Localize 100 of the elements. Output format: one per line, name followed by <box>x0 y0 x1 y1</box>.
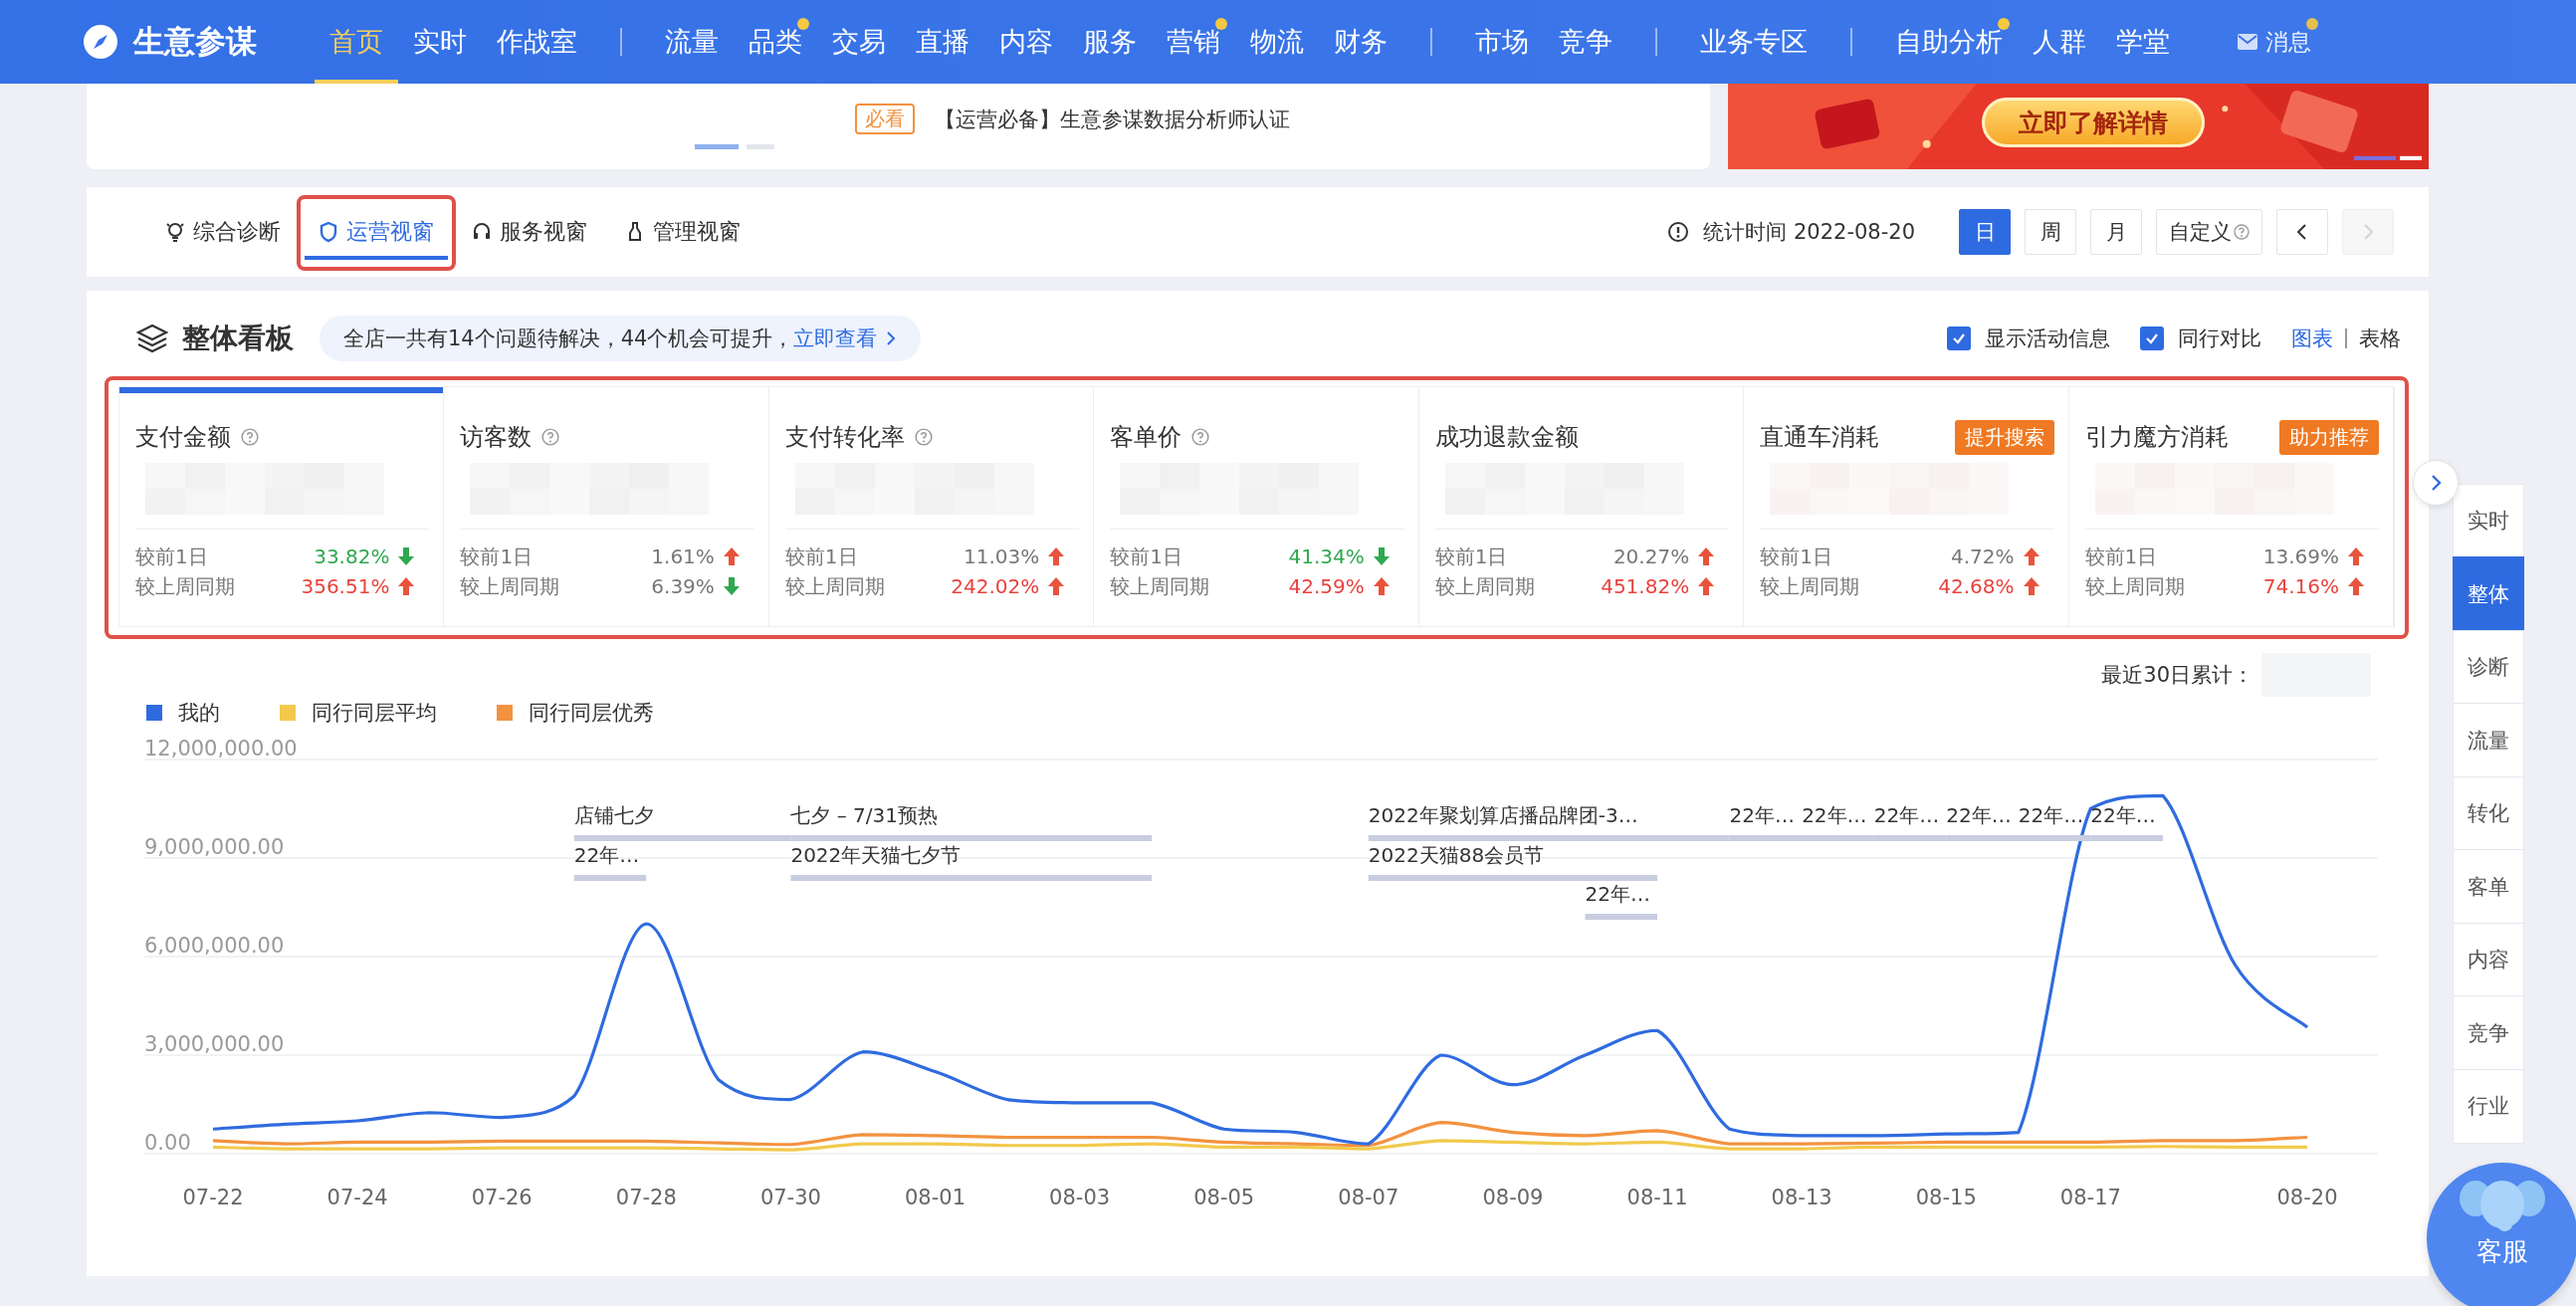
side-nav-item[interactable]: 转化 <box>2453 775 2524 851</box>
bulb-icon <box>165 221 185 243</box>
chevron-right-icon <box>2429 473 2443 493</box>
view-tab[interactable]: 运营视窗 <box>305 204 448 260</box>
side-nav-item[interactable]: 流量 <box>2453 703 2524 777</box>
axis-label: 08-07 <box>1338 1186 1399 1209</box>
metric-card[interactable]: 客单价 较前1日 41.34% 较上周同期 42.59% <box>1094 387 1419 626</box>
nav-item[interactable]: 物流 <box>1235 0 1319 84</box>
axis-label: 07-30 <box>759 1186 821 1209</box>
view-tab[interactable]: 综合诊断 <box>151 187 295 277</box>
event-label[interactable]: 22年… <box>1802 803 1867 827</box>
event-label[interactable]: 七夕 – 7/31预热 <box>790 803 939 827</box>
side-nav-item[interactable]: 内容 <box>2453 922 2524 997</box>
view-tab[interactable]: 服务视窗 <box>458 187 601 277</box>
metric-card[interactable]: 直通车消耗 提升搜索 较前1日 4.72% 较上周同期 42.68% <box>1744 387 2069 626</box>
info-icon <box>1667 221 1690 243</box>
learn-more-button[interactable]: 立即了解详情 <box>1982 98 2205 147</box>
side-nav-item[interactable]: 诊断 <box>2453 629 2524 705</box>
event-label[interactable]: 22年… <box>2090 803 2156 827</box>
nav-item[interactable]: 内容 <box>984 0 1068 84</box>
view-toggle-link[interactable]: 图表 <box>2291 325 2333 352</box>
chevron-right-icon <box>885 330 898 346</box>
help-icon <box>1191 428 1210 446</box>
axis-label: 08-01 <box>905 1186 966 1209</box>
scroll-right-button[interactable] <box>2413 460 2459 506</box>
axis-label: 08-20 <box>2276 1186 2338 1209</box>
stat-time-label: 统计时间 2022-08-20 <box>1703 219 1915 246</box>
nav-item[interactable]: 服务 <box>1068 0 1152 84</box>
event-label[interactable]: 2022天猫88会员节 <box>1368 843 1545 867</box>
metric-card[interactable]: 支付转化率 较前1日 11.03% 较上周同期 242.02% <box>768 387 1095 626</box>
change-value: 33.82% <box>314 544 390 568</box>
compare-label: 较前1日 <box>135 543 208 570</box>
metric-name: 支付金额 <box>135 422 231 453</box>
event-label[interactable]: 22年… <box>2018 803 2084 827</box>
nav-item[interactable]: 市场 <box>1460 0 1544 84</box>
compare-label: 较前1日 <box>1434 543 1508 570</box>
must-read-tag: 必看 <box>855 104 915 134</box>
event-label[interactable]: 22年… <box>1585 882 1650 906</box>
axis-label: 07-28 <box>615 1186 677 1209</box>
legend-label[interactable]: 我的 <box>178 699 220 727</box>
event-label[interactable]: 2022年聚划算店播品牌团-3… <box>1368 803 1638 827</box>
metric-card[interactable]: 支付金额 较前1日 33.82% 较上周同期 356.51% <box>119 387 445 626</box>
nav-item[interactable]: 作战室 <box>482 0 592 84</box>
event-label[interactable]: 2022年天猫七夕节 <box>790 843 962 867</box>
metric-name: 成功退款金额 <box>1434 422 1579 453</box>
help-icon <box>241 428 259 446</box>
change-value: 6.39% <box>651 574 715 598</box>
messages-link[interactable]: 消息 <box>2223 0 2326 84</box>
nav-item[interactable]: 业务专区 <box>1685 0 1823 84</box>
nav-item[interactable]: 品类 <box>734 0 817 84</box>
metric-card[interactable]: 成功退款金额 较前1日 20.27% 较上周同期 451.82% <box>1418 387 1745 626</box>
customer-service-button[interactable]: 客服 <box>2427 1163 2576 1306</box>
event-label[interactable]: 22年… <box>573 843 640 867</box>
event-label[interactable]: 22年… <box>1729 803 1796 827</box>
side-nav-item[interactable]: 竞争 <box>2453 995 2524 1070</box>
period-button[interactable]: 月 <box>2090 209 2142 255</box>
metric-card[interactable]: 访客数 较前1日 1.61% 较上周同期 6.39% <box>444 387 769 626</box>
axis-label: 08-15 <box>1915 1186 1977 1209</box>
event-label[interactable]: 22年… <box>1873 803 1940 827</box>
side-nav-item[interactable]: 实时 <box>2453 483 2524 558</box>
nav-item[interactable]: 交易 <box>817 0 901 84</box>
event-label[interactable]: 22年… <box>1946 803 2012 827</box>
notification-dot <box>1215 18 1227 30</box>
side-nav-item[interactable]: 客单 <box>2453 849 2524 924</box>
axis-label: 0.00 <box>144 1131 191 1155</box>
nav-item[interactable]: 流量 <box>650 0 734 84</box>
period-button[interactable]: 日 <box>1959 209 2011 255</box>
nav-item[interactable]: 竞争 <box>1544 0 1627 84</box>
change-value: 242.02% <box>951 574 1040 598</box>
nav-item[interactable]: 财务 <box>1319 0 1402 84</box>
section-title: 整体看板 <box>182 321 294 356</box>
legend-label[interactable]: 同行同层平均 <box>312 699 437 727</box>
change-value: 1.61% <box>651 544 715 568</box>
side-nav-item[interactable]: 整体 <box>2453 556 2524 631</box>
legend-label[interactable]: 同行同层优秀 <box>529 699 654 727</box>
announcement-link[interactable]: 【运营必备】生意参谋数据分析师认证 <box>935 105 1290 133</box>
checkbox[interactable] <box>1947 326 1971 350</box>
change-value: 4.72% <box>1951 544 2015 568</box>
page-arrow-button[interactable] <box>2276 209 2328 255</box>
nav-item[interactable]: 实时 <box>398 0 482 84</box>
nav-item[interactable]: 自助分析 <box>1880 0 2018 84</box>
period-button[interactable]: 周 <box>2025 209 2076 255</box>
change-value: 42.68% <box>1938 574 2015 598</box>
view-toggle-link[interactable]: 表格 <box>2359 325 2401 352</box>
side-nav-item[interactable]: 行业 <box>2453 1068 2524 1144</box>
view-now-link[interactable]: 立即查看 <box>793 325 898 352</box>
nav-item[interactable]: 人群 <box>2018 0 2101 84</box>
nav-item[interactable]: 学堂 <box>2101 0 2185 84</box>
event-label[interactable]: 店铺七夕 <box>573 803 654 827</box>
nav-item[interactable]: 营销 <box>1152 0 1235 84</box>
checkbox[interactable] <box>2140 326 2164 350</box>
chevron-right-icon <box>2361 223 2375 241</box>
nav-item[interactable]: 直播 <box>901 0 984 84</box>
change-value: 356.51% <box>301 574 390 598</box>
axis-label: 07-24 <box>326 1186 388 1209</box>
compare-label: 较前1日 <box>1760 543 1832 570</box>
change-value: 74.16% <box>2262 574 2339 598</box>
period-button[interactable]: 自定义 <box>2156 209 2262 255</box>
view-tab[interactable]: 管理视窗 <box>611 187 754 277</box>
metric-card[interactable]: 引力魔方消耗 助力推荐 较前1日 13.69% 较上周同期 74.16% <box>2068 387 2394 626</box>
